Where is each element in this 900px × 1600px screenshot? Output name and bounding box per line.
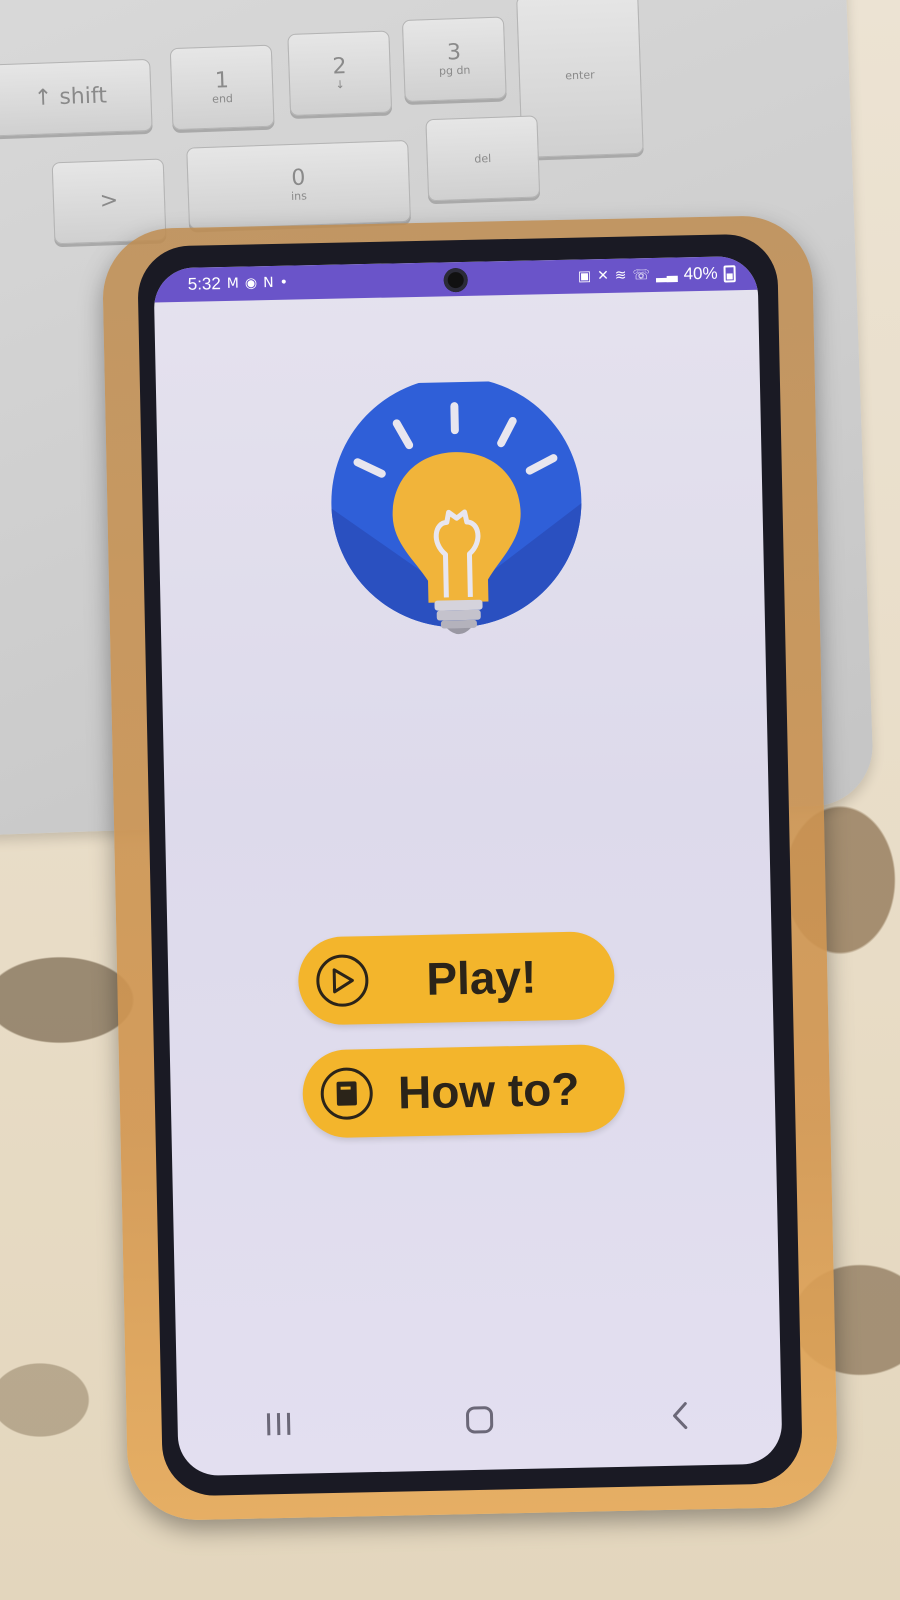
back-button[interactable] <box>650 1390 711 1441</box>
key-sublabel: ↓ <box>335 78 345 92</box>
status-right: ▣ ✕ ≋ ☏ ▂▃ 40% <box>578 263 736 286</box>
lightbulb-icon <box>328 377 584 635</box>
battery-icon <box>723 264 736 283</box>
mute-icon: ✕ <box>596 267 610 285</box>
keyboard-key: ↑ shift <box>0 58 153 137</box>
key-label: 2 <box>332 53 347 80</box>
play-icon <box>315 954 369 1008</box>
recents-button[interactable] <box>248 1398 309 1449</box>
phone-screen: 5:32 M ◉ N • ▣ ✕ ≋ ☏ ▂▃ 40% Play! How to… <box>153 255 783 1477</box>
lock-icon: ▣ <box>577 268 592 285</box>
more-notifications-dot-icon: • <box>279 274 289 291</box>
signal-icon: ▂▃ <box>655 266 678 283</box>
call-icon: ☏ <box>632 267 651 284</box>
app-notification-icon: ◉ <box>244 275 258 292</box>
nfc-icon: N <box>262 274 274 292</box>
key-sublabel: pg dn <box>438 63 471 78</box>
keyboard-key: 1 end <box>169 44 275 131</box>
key-label: 1 <box>214 67 230 94</box>
keyboard-key: 0 ins <box>186 139 411 230</box>
key-sublabel: end <box>211 92 234 106</box>
recents-icon <box>266 1412 291 1436</box>
play-triangle-glyph <box>332 968 354 994</box>
navigation-bar <box>177 1384 782 1457</box>
key-sublabel: enter <box>565 67 595 82</box>
app-logo <box>324 377 589 644</box>
how-to-button[interactable]: How to? <box>301 1043 626 1139</box>
keyboard-key: del <box>425 115 541 202</box>
key-sublabel: del <box>474 151 492 166</box>
back-icon <box>673 1402 688 1430</box>
key-label: 0 <box>290 165 306 191</box>
key-sublabel: ins <box>290 189 308 204</box>
mail-notification-icon: M <box>226 275 240 292</box>
status-left: 5:32 M ◉ N • <box>188 273 289 295</box>
key-label: ↑ shift <box>33 83 108 111</box>
keyboard-key: 3 pg dn <box>401 16 507 103</box>
book-icon <box>320 1067 374 1121</box>
book-glyph <box>336 1081 357 1106</box>
battery-percent: 40% <box>683 263 718 284</box>
wifi-icon: ≋ <box>614 267 627 284</box>
home-button[interactable] <box>449 1394 510 1445</box>
keyboard-key: 2 ↓ <box>287 30 393 117</box>
key-label: > <box>99 187 119 214</box>
key-label: 3 <box>446 39 462 66</box>
how-to-button-label: How to? <box>397 1062 580 1119</box>
play-button[interactable]: Play! <box>297 930 616 1026</box>
play-button-label: Play! <box>425 950 537 1005</box>
status-time: 5:32 <box>187 274 222 294</box>
front-camera <box>443 267 468 293</box>
home-icon <box>465 1406 494 1434</box>
